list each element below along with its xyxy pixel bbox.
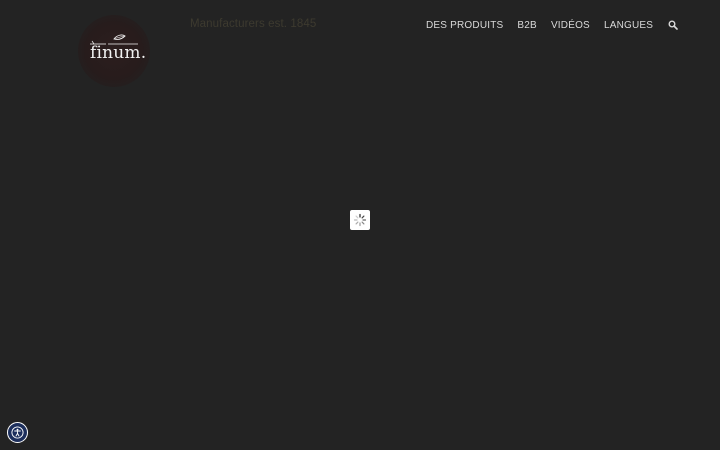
spinner-icon [353,213,367,227]
nav-item-b2b[interactable]: B2B [517,20,537,31]
logo-text: finum. [90,43,147,63]
logo[interactable]: finum. [78,15,150,87]
search-button[interactable] [667,19,679,31]
accessibility-icon [11,426,24,439]
search-icon [668,20,678,30]
tagline: Manufacturers est. 1845 [190,18,317,30]
nav-item-products[interactable]: DES PRODUITS [426,20,503,31]
main-nav: DES PRODUITS B2B VIDÉOS LANGUES [426,19,679,31]
loading-indicator [350,210,370,230]
nav-item-videos[interactable]: VIDÉOS [551,20,590,31]
nav-item-languages[interactable]: LANGUES [604,20,653,31]
page: finum. Manufacturers est. 1845 DES PRODU… [0,0,720,450]
logo-mark: finum. [84,34,147,66]
accessibility-button[interactable] [7,422,28,443]
